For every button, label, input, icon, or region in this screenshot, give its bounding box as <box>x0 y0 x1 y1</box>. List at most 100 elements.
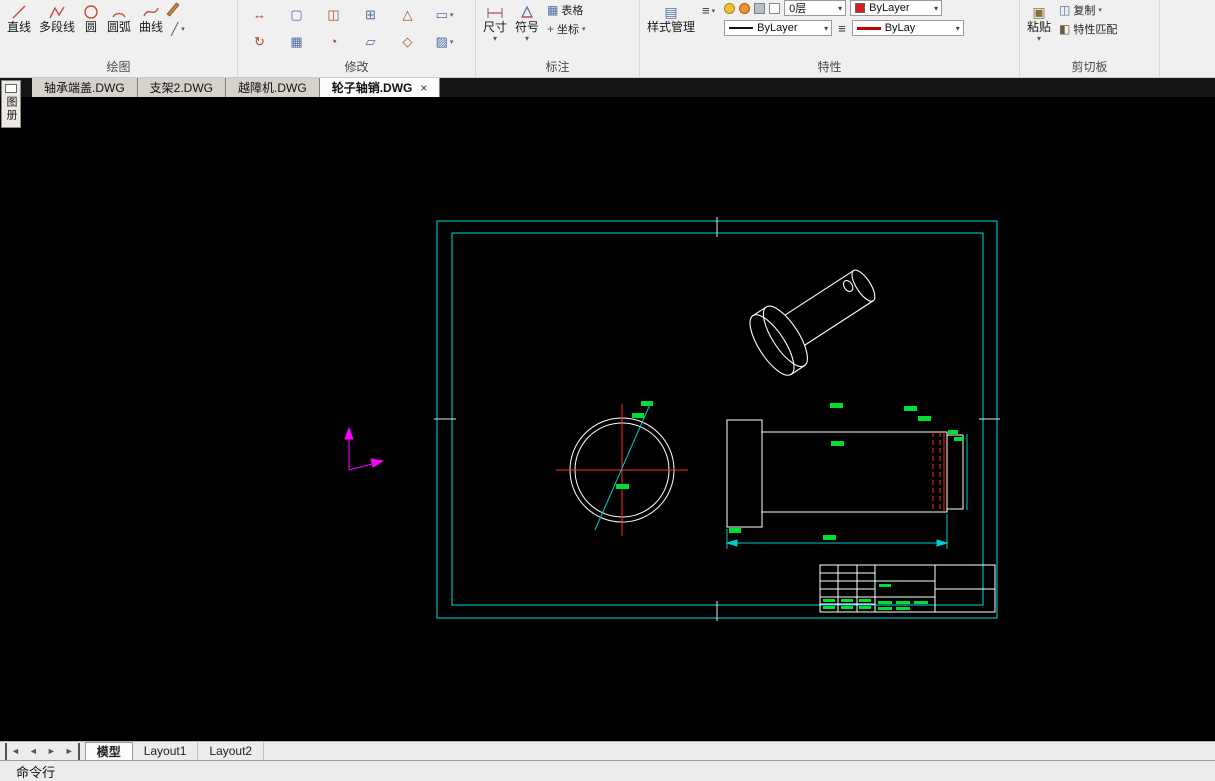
color-swatch-icon <box>855 3 866 13</box>
paste-clipboard-icon: ▣ <box>1032 4 1046 20</box>
polyline-button[interactable]: 多段线 <box>35 0 79 34</box>
color-dropdown[interactable]: ByLayer <box>850 0 943 16</box>
annotate-group-label: 标注 <box>545 60 570 74</box>
modify-tool-button[interactable]: ▱ <box>352 28 389 55</box>
arc-button[interactable]: 圆弧 <box>103 0 135 34</box>
side-panel-tab[interactable]: 图册 <box>1 80 21 128</box>
prev-layout-button[interactable]: ◄ <box>25 743 42 760</box>
modify-tool-button[interactable]: ◫ <box>315 1 352 28</box>
coordinate-icon: + <box>547 21 555 36</box>
modify-tool-dropdown[interactable]: ▭ ▾ <box>426 1 463 28</box>
layer-on-bulb-icon[interactable] <box>724 2 736 14</box>
sketch-pencil-button[interactable] <box>166 1 189 18</box>
polyline-label: 多段线 <box>39 20 76 34</box>
last-layout-button[interactable]: ► <box>61 742 80 760</box>
doc-tab-active[interactable]: 轮子轴销.DWG × <box>319 78 441 97</box>
fillet-icon: ◔ <box>329 34 338 49</box>
circle-button[interactable]: 圆 <box>79 0 103 34</box>
line-button[interactable]: 直线 <box>3 0 35 34</box>
table-button[interactable]: ▦ 表格 <box>543 1 590 18</box>
polyline-icon <box>49 0 65 20</box>
modify-tool-button[interactable]: △ <box>389 1 426 28</box>
copy-button[interactable]: ◫ 复制 ▾ <box>1055 1 1121 18</box>
pin-side-view[interactable] <box>725 403 968 549</box>
modify-tool-button[interactable]: ▢ <box>278 1 315 28</box>
sheet-border-outer <box>436 220 998 619</box>
ribbon-group-properties: ▤ 样式管理 ≡ ▾ 0层 ▾ ByLayer ▾ ByLayer ▾ ≡ By… <box>640 0 1020 77</box>
trim-icon: ▦ <box>290 33 303 49</box>
dimension-label: 尺寸 <box>483 20 508 34</box>
copy-icon: ◫ <box>1059 2 1071 17</box>
layer-dropdown[interactable]: 0层 <box>784 0 847 16</box>
dimension-button[interactable]: 尺寸 ▾ <box>479 0 511 44</box>
move-icon: ↔ <box>253 7 266 22</box>
lineweight-value: ByLay <box>884 22 916 34</box>
lineweight-settings-button[interactable]: ≡ <box>836 21 848 36</box>
cad-application-window: 直线 多段线 圆 圆弧 曲线 ╱ ▾ 绘图 ↔ ▢ ◫ ⊞ △ ▭ ▾ ↻ ▦ … <box>0 0 1215 781</box>
command-line-panel[interactable]: 命令行 <box>0 760 1215 781</box>
doc-tab-label: 轮子轴销.DWG <box>331 81 413 95</box>
array-icon: ⊞ <box>365 6 376 22</box>
modify-tool-dropdown[interactable]: ▨ ▾ <box>426 28 463 55</box>
paste-label: 粘贴 <box>1027 20 1052 34</box>
modify-tool-button[interactable]: ◇ <box>389 28 426 55</box>
next-layout-button[interactable]: ► <box>43 743 60 760</box>
modify-tool-button[interactable]: ↔ <box>241 1 278 28</box>
lineweight-dropdown[interactable]: ByLay <box>851 20 964 36</box>
chevron-down-icon: ▾ <box>582 25 586 33</box>
tab-layout2[interactable]: Layout2 <box>198 742 265 760</box>
curve-button[interactable]: 曲线 <box>135 0 167 34</box>
scale-icon: △ <box>402 6 413 22</box>
modify-tool-button[interactable]: ↻ <box>241 28 278 55</box>
match-properties-button[interactable]: ◧ 特性匹配 <box>1055 20 1121 37</box>
tab-layout1[interactable]: Layout1 <box>133 742 199 760</box>
style-manager-label: 样式管理 <box>647 20 696 34</box>
side-panel-label: 图册 <box>5 96 17 122</box>
drawing-canvas[interactable] <box>0 97 1215 741</box>
symbol-button[interactable]: 符号 ▾ <box>511 0 543 44</box>
style-manager-button[interactable]: ▤ 样式管理 <box>643 0 699 34</box>
pin-front-view[interactable] <box>556 401 688 536</box>
ribbon-group-clipboard: ▣ 粘贴 ▾ ◫ 复制 ▾ ◧ 特性匹配 剪切板 <box>1020 0 1160 77</box>
properties-menu-button[interactable]: ≡ ▾ <box>699 1 718 20</box>
arc-icon <box>111 0 127 20</box>
pencil-icon <box>166 2 180 17</box>
clipboard-group-label: 剪切板 <box>1071 60 1108 74</box>
modify-tool-button[interactable]: ◔ <box>315 28 352 55</box>
paste-button[interactable]: ▣ 粘贴 ▾ <box>1023 0 1055 44</box>
draw-extra-dropdown[interactable]: ╱ ▾ <box>167 20 189 37</box>
tab-model[interactable]: 模型 <box>84 742 133 760</box>
modify-tool-button[interactable]: ▦ <box>278 28 315 55</box>
layer-plot-printer-icon[interactable] <box>754 2 766 14</box>
chevron-down-icon: ▾ <box>449 38 454 46</box>
layer-lock-icon[interactable] <box>769 2 781 14</box>
document-tab-bar: 轴承端盖.DWG 支架2.DWG 越障机.DWG 轮子轴销.DWG × <box>0 78 1215 97</box>
table-icon: ▦ <box>547 2 559 17</box>
chevron-down-icon: ▾ <box>493 34 498 43</box>
hatch-icon: ▨ <box>435 33 448 49</box>
linetype-dropdown[interactable]: ByLayer <box>724 20 833 36</box>
menu-icon: ≡ <box>702 3 710 18</box>
linetype-value: ByLayer <box>757 22 798 34</box>
layer-thaw-sun-icon[interactable] <box>739 2 751 14</box>
pin-isometric-view[interactable] <box>742 252 888 381</box>
doc-tab[interactable]: 轴承端盖.DWG <box>32 78 138 97</box>
doc-tab[interactable]: 支架2.DWG <box>137 78 227 97</box>
properties-group-label: 特性 <box>817 60 842 74</box>
sheet-center-marks <box>434 217 1000 621</box>
copy-label: 复制 <box>1073 4 1096 17</box>
doc-tab-label: 支架2.DWG <box>149 81 214 95</box>
circle-label: 圆 <box>85 20 98 34</box>
match-properties-brush-icon: ◧ <box>1059 21 1071 36</box>
coordinate-button[interactable]: + 坐标 ▾ <box>543 20 590 37</box>
doc-tab[interactable]: 越障机.DWG <box>226 78 320 97</box>
command-line-title: 命令行 <box>16 764 56 780</box>
style-manager-icon: ▤ <box>664 4 678 20</box>
album-icon <box>5 84 17 93</box>
close-icon[interactable]: × <box>420 81 427 95</box>
symbol-icon <box>519 0 535 20</box>
modify-tool-button[interactable]: ⊞ <box>352 1 389 28</box>
linetype-preview-icon <box>729 27 754 29</box>
ribbon-spacer <box>1160 0 1215 77</box>
first-layout-button[interactable]: ◄ <box>5 742 24 760</box>
